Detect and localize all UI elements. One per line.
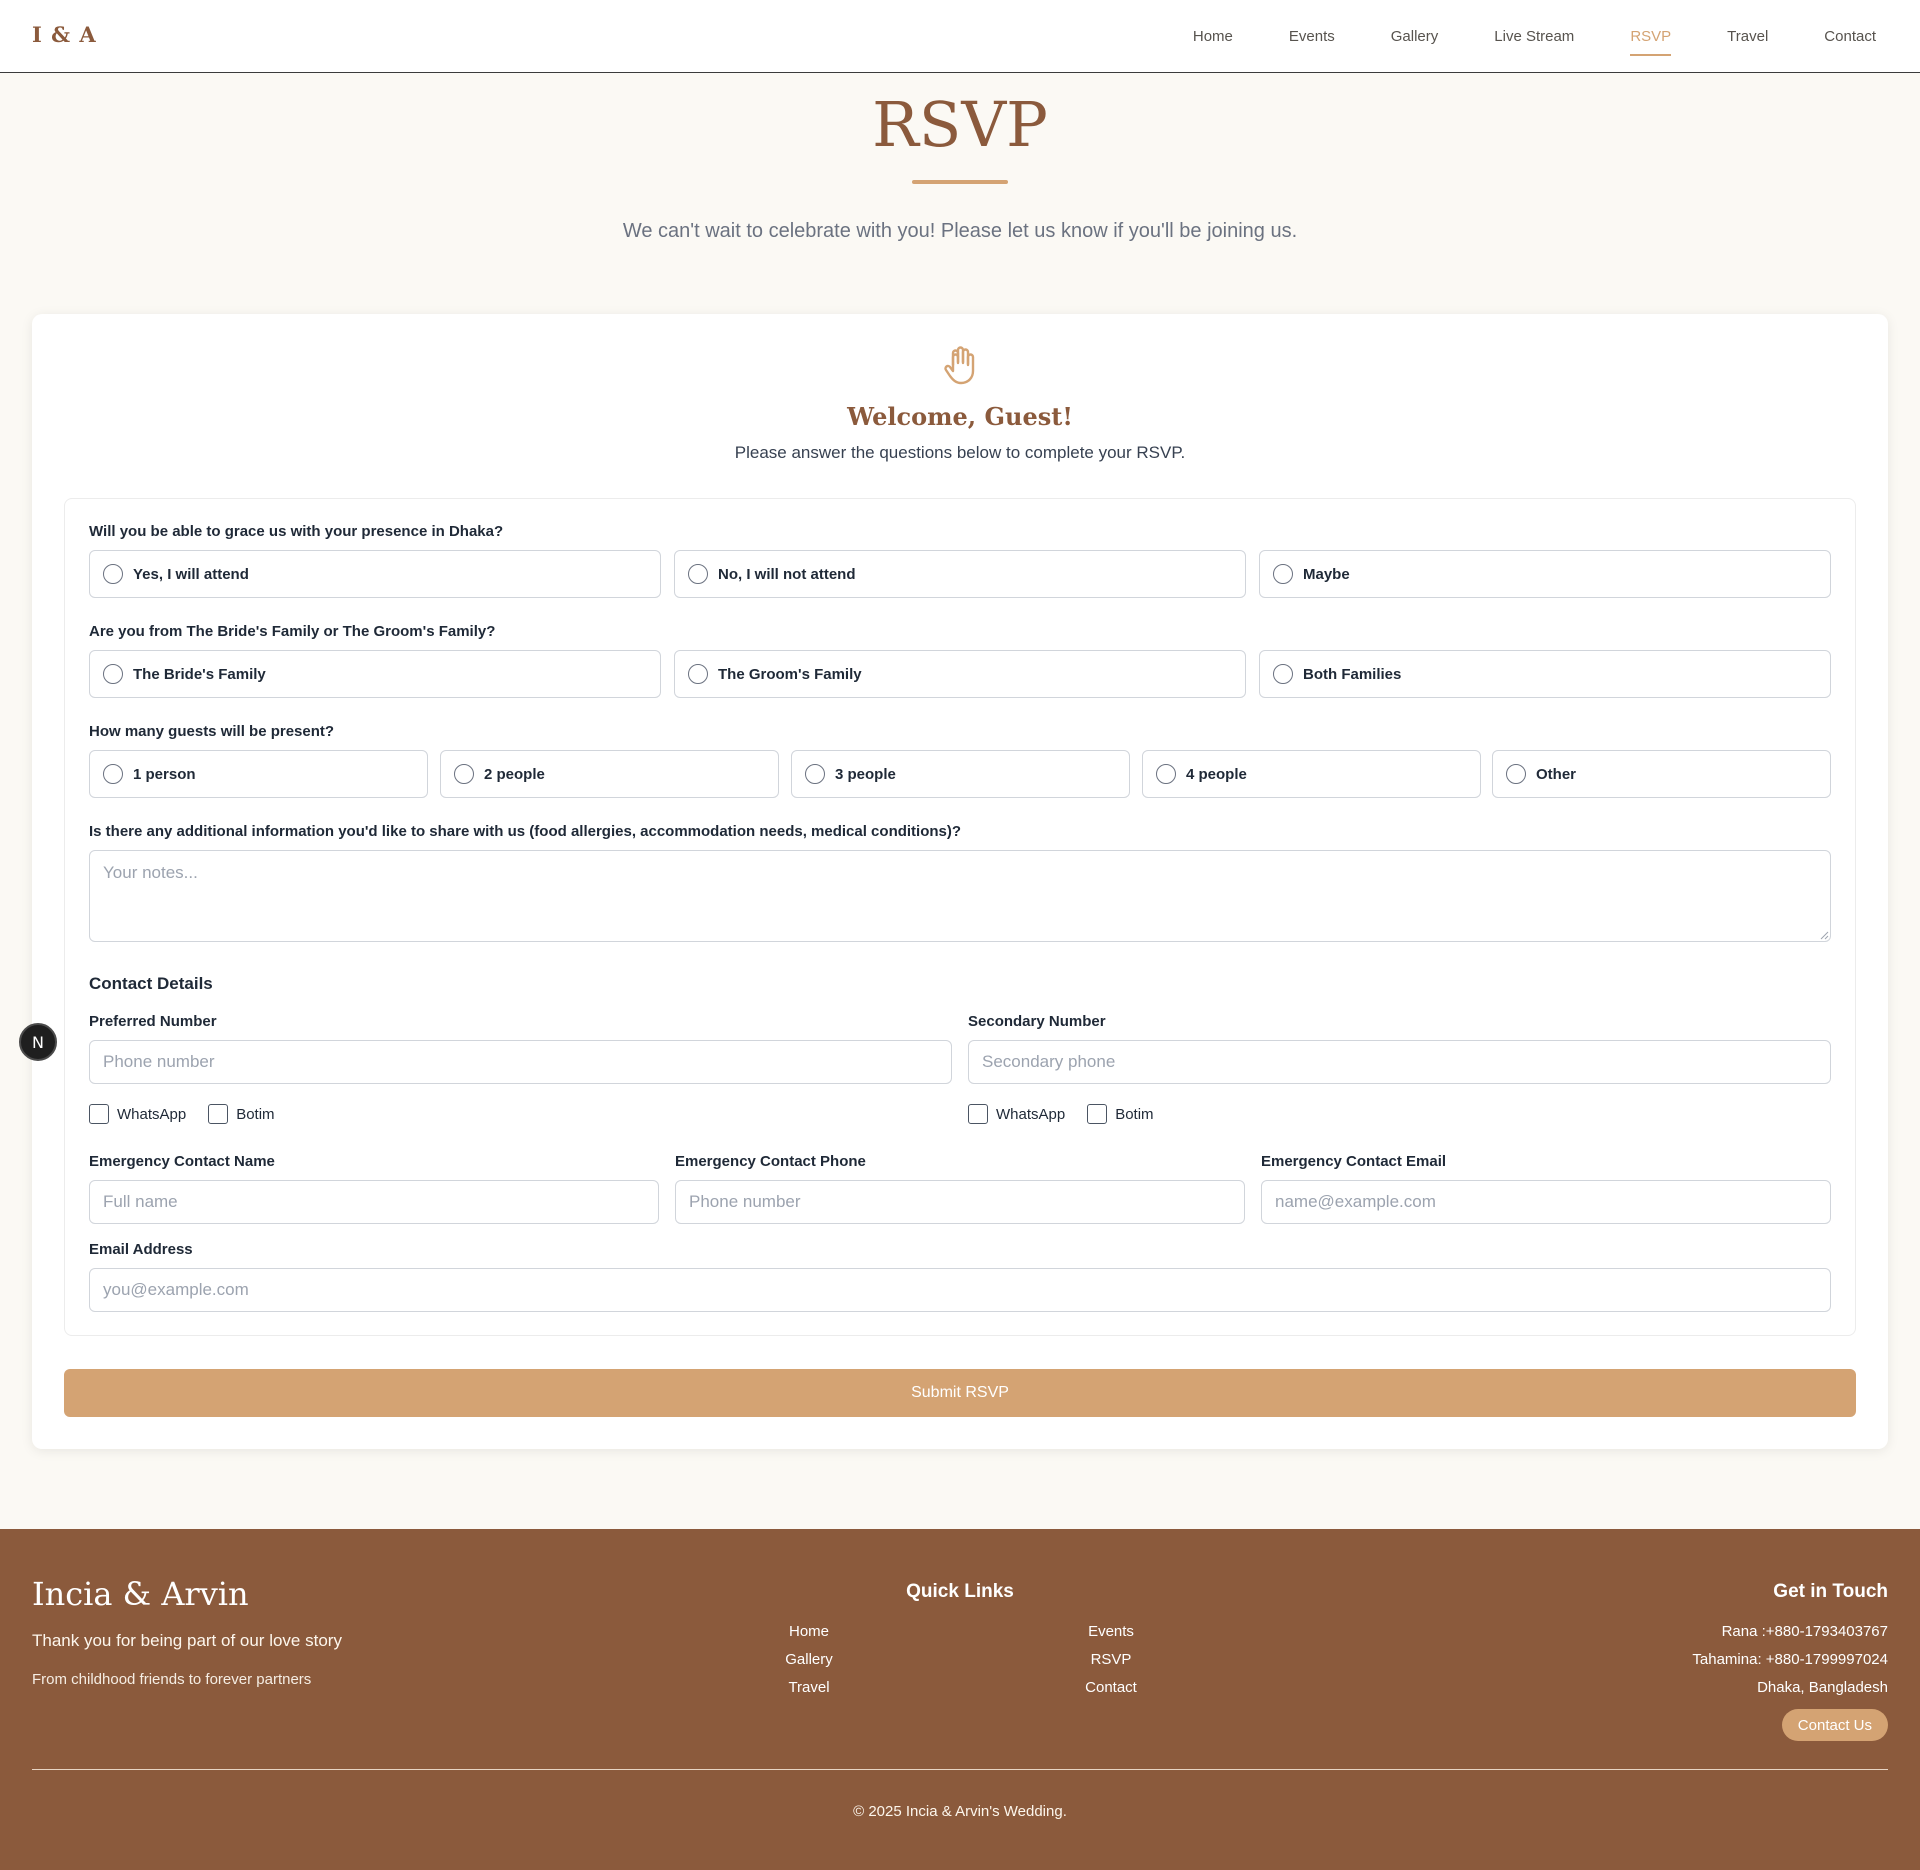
whatsapp-label: WhatsApp <box>117 1105 187 1123</box>
contact-rana: Rana :+880-1793403767 <box>1721 1623 1888 1640</box>
footer-tagline: Thank you for being part of our love sto… <box>32 1631 342 1650</box>
contact-location: Dhaka, Bangladesh <box>1757 1679 1888 1696</box>
preferred-apps: WhatsApp Botim <box>89 1104 297 1124</box>
preferred-number-label: Preferred Number <box>89 1013 217 1030</box>
get-in-touch-title: Get in Touch <box>1773 1581 1888 1602</box>
guests-option-1[interactable]: 1 person <box>89 750 428 798</box>
family-question: Are you from The Bride's Family or The G… <box>89 623 496 640</box>
footer-link-travel[interactable]: Travel <box>709 1679 909 1696</box>
family-option-groom[interactable]: The Groom's Family <box>674 650 1246 698</box>
footer-link-home[interactable]: Home <box>709 1623 909 1640</box>
preferred-number-input[interactable] <box>89 1040 952 1084</box>
preferred-whatsapp-checkbox[interactable] <box>89 1104 109 1124</box>
nav-travel[interactable]: Travel <box>1727 28 1768 45</box>
copyright: © 2025 Incia & Arvin's Wedding. <box>853 1803 1067 1820</box>
contact-us-button[interactable]: Contact Us <box>1781 1709 1888 1741</box>
footer-link-events[interactable]: Events <box>1011 1623 1211 1640</box>
emergency-name-input[interactable] <box>89 1180 659 1224</box>
nav-live-stream[interactable]: Live Stream <box>1494 28 1574 45</box>
emergency-phone-input[interactable] <box>675 1180 1245 1224</box>
secondary-botim-checkbox[interactable] <box>1087 1104 1108 1124</box>
footer-tagline-secondary: From childhood friends to forever partne… <box>32 1671 312 1688</box>
emergency-name-label: Emergency Contact Name <box>89 1153 275 1170</box>
radio-circle[interactable] <box>1506 764 1526 784</box>
option-label: The Bride's Family <box>133 665 266 683</box>
family-option-bride[interactable]: The Bride's Family <box>89 650 661 698</box>
nav-links: Home Events Gallery Live Stream RSVP Tra… <box>1193 0 1876 72</box>
guests-question: How many guests will be present? <box>89 723 335 740</box>
attend-option-no[interactable]: No, I will not attend <box>674 550 1246 598</box>
title-divider <box>912 180 1008 184</box>
botim-label: Botim <box>236 1105 275 1123</box>
welcome-title: Welcome, Guest! <box>847 402 1073 431</box>
notes-question: Is there any additional information you'… <box>89 823 962 840</box>
radio-circle[interactable] <box>103 564 123 584</box>
nav-contact[interactable]: Contact <box>1824 28 1876 45</box>
option-label: The Groom's Family <box>718 665 862 683</box>
radio-circle[interactable] <box>1273 564 1293 584</box>
secondary-apps: WhatsApp Botim <box>968 1104 1176 1124</box>
preferred-botim-checkbox[interactable] <box>208 1104 229 1124</box>
radio-circle[interactable] <box>688 564 708 584</box>
resize-grip-icon[interactable] <box>1819 930 1829 940</box>
top-navbar: I & A Home Events Gallery Live Stream RS… <box>0 0 1920 73</box>
option-label: Other <box>1536 765 1577 783</box>
radio-circle[interactable] <box>688 664 708 684</box>
option-label: 4 people <box>1186 765 1247 783</box>
welcome-subtitle: Please answer the questions below to com… <box>734 443 1186 462</box>
footer-link-rsvp[interactable]: RSVP <box>1011 1651 1211 1668</box>
secondary-number-label: Secondary Number <box>968 1013 1106 1030</box>
contact-tahamina: Tahamina: +880-1799997024 <box>1692 1651 1888 1668</box>
quick-links-title: Quick Links <box>906 1581 1014 1602</box>
option-label: Yes, I will attend <box>133 565 249 583</box>
nav-home[interactable]: Home <box>1193 28 1233 45</box>
radio-circle[interactable] <box>103 764 123 784</box>
emergency-email-input[interactable] <box>1261 1180 1831 1224</box>
attend-question: Will you be able to grace us with your p… <box>89 523 504 540</box>
radio-circle[interactable] <box>805 764 825 784</box>
guests-option-4[interactable]: 4 people <box>1142 750 1481 798</box>
site-logo[interactable]: I & A <box>32 22 97 47</box>
contact-details-title: Contact Details <box>89 974 213 993</box>
nav-gallery[interactable]: Gallery <box>1391 28 1439 45</box>
notes-textarea[interactable] <box>89 850 1831 942</box>
nav-events[interactable]: Events <box>1289 28 1335 45</box>
option-label: 1 person <box>133 765 196 783</box>
radio-circle[interactable] <box>1273 664 1293 684</box>
waving-hand-icon <box>944 346 975 385</box>
site-footer: Incia & Arvin Thank you for being part o… <box>0 1529 1920 1870</box>
email-address-input[interactable] <box>89 1268 1831 1312</box>
radio-circle[interactable] <box>1156 764 1176 784</box>
option-label: Maybe <box>1303 565 1350 583</box>
page-title: RSVP <box>872 88 1048 161</box>
guests-option-3[interactable]: 3 people <box>791 750 1130 798</box>
floating-n-badge[interactable]: N <box>19 1023 57 1061</box>
botim-label: Botim <box>1115 1105 1154 1123</box>
footer-link-contact[interactable]: Contact <box>1011 1679 1211 1696</box>
attend-option-yes[interactable]: Yes, I will attend <box>89 550 661 598</box>
option-label: 2 people <box>484 765 545 783</box>
nav-rsvp[interactable]: RSVP <box>1630 28 1671 56</box>
family-option-both[interactable]: Both Families <box>1259 650 1831 698</box>
footer-link-gallery[interactable]: Gallery <box>709 1651 909 1668</box>
secondary-whatsapp-checkbox[interactable] <box>968 1104 988 1124</box>
guests-option-other[interactable]: Other <box>1492 750 1831 798</box>
guests-option-2[interactable]: 2 people <box>440 750 779 798</box>
submit-rsvp-button[interactable]: Submit RSVP <box>64 1369 1856 1417</box>
emergency-phone-label: Emergency Contact Phone <box>675 1153 866 1170</box>
footer-divider <box>32 1769 1888 1770</box>
radio-circle[interactable] <box>454 764 474 784</box>
attend-option-maybe[interactable]: Maybe <box>1259 550 1831 598</box>
option-label: No, I will not attend <box>718 565 856 583</box>
option-label: Both Families <box>1303 665 1402 683</box>
emergency-email-label: Emergency Contact Email <box>1261 1153 1447 1170</box>
radio-circle[interactable] <box>103 664 123 684</box>
email-address-label: Email Address <box>89 1241 193 1258</box>
secondary-number-input[interactable] <box>968 1040 1831 1084</box>
page-subtitle: We can't wait to celebrate with you! Ple… <box>622 220 1298 242</box>
whatsapp-label: WhatsApp <box>996 1105 1066 1123</box>
option-label: 3 people <box>835 765 896 783</box>
